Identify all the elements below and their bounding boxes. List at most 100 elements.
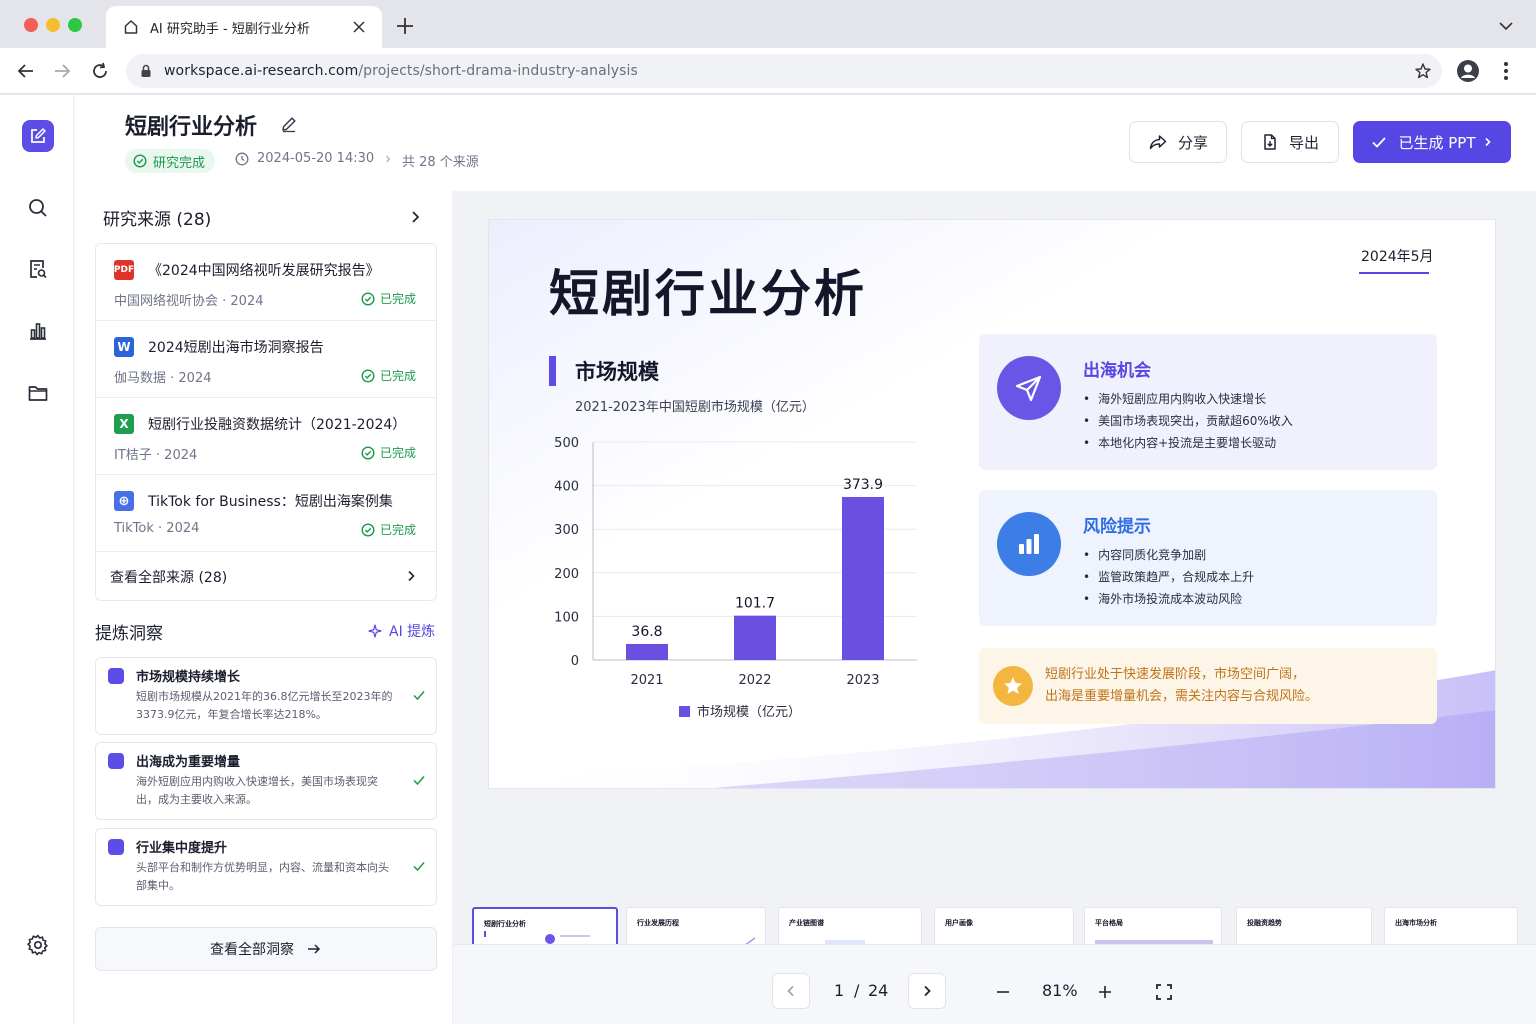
source-title: 《2024中国网络视听发展研究报告》: [148, 263, 380, 279]
timestamp: 2024-05-20 14:30: [235, 151, 374, 166]
source-meta: 伽马数据 · 2024: [114, 371, 212, 386]
sources-heading: 研究来源 (28): [103, 210, 212, 230]
date-underline: [1359, 272, 1429, 274]
tab-close-icon[interactable]: [350, 18, 368, 36]
insights-heading: 提炼洞察: [95, 624, 163, 644]
insight-title: 出海成为重要增量: [136, 755, 241, 770]
insight-body: 短剧市场规模从2021年的36.8亿元增长至2023年的3373.9亿元，年复合…: [136, 690, 393, 721]
share-button[interactable]: 分享: [1129, 121, 1227, 163]
rail-analytics-button[interactable]: [22, 315, 54, 347]
slide-preview[interactable]: 短剧行业分析 2024年5月 市场规模 2021-2023年中国短剧市场规模（亿…: [488, 219, 1496, 789]
list-item[interactable]: ⊕ TikTok for Business：短剧出海案例集 TikTok · 2…: [96, 475, 436, 552]
close-window-button[interactable]: [24, 18, 38, 32]
summary-note: 短剧行业处于快速发展阶段，市场空间广阔， 出海是重要增量机会，需关注内容与合规风…: [979, 648, 1437, 724]
edit-pencil-icon[interactable]: [279, 114, 299, 134]
bar-chart-icon: [30, 323, 46, 340]
star-icon: [993, 666, 1033, 706]
view-all-insights-button[interactable]: 查看全部洞察: [95, 927, 437, 971]
risk-card: 风险提示 内容同质化竞争加剧 监管政策趋严，合规成本上升 海外市场投流成本波动风…: [979, 490, 1437, 626]
list-item[interactable]: PDF 《2024中国网络视听发展研究报告》 中国网络视听协会 · 2024 已…: [96, 244, 436, 321]
insight-body: 头部平台和制作方优势明显，内容、流量和资本向头部集中。: [136, 861, 389, 892]
search-icon: [29, 199, 47, 217]
chevron-right-icon: [386, 155, 391, 163]
bookmark-star-icon[interactable]: [1414, 62, 1432, 80]
sources-list: PDF 《2024中国网络视听发展研究报告》 中国网络视听协会 · 2024 已…: [95, 243, 437, 601]
y-tick-label: 400: [554, 480, 579, 495]
view-all-sources-button[interactable]: 查看全部来源 (28): [96, 553, 436, 601]
browser-tab[interactable]: AI 研究助手 - 短剧行业分析: [106, 6, 382, 48]
project-header: 短剧行业分析 研究完成 2024-05-20 14:30 共 28 个来源 分享…: [75, 95, 1536, 191]
new-tab-icon[interactable]: [394, 15, 416, 37]
ppt-label: 已生成 PPT: [1398, 133, 1476, 152]
zoom-level: 81%: [1042, 981, 1078, 1000]
list-item[interactable]: X 短剧行业投融资数据统计（2021-2024） IT桔子 · 2024 已完成: [96, 398, 436, 475]
total-pages: 24: [868, 981, 889, 1000]
status-text: 研究完成: [153, 155, 206, 171]
insight-card[interactable]: 市场规模持续增长 短剧市场规模从2021年的36.8亿元增长至2023年的337…: [95, 657, 437, 735]
zoom-in-icon[interactable]: [1096, 983, 1114, 1001]
profile-avatar-icon[interactable]: [1456, 59, 1480, 83]
current-page: 1: [834, 981, 845, 1000]
y-tick-label: 100: [554, 610, 579, 625]
bar-chart-icon: [997, 512, 1061, 576]
ai-extract-button[interactable]: AI 提炼: [367, 621, 435, 641]
insight-title: 行业集中度提升: [136, 841, 228, 856]
source-meta: TikTok · 2024: [114, 521, 200, 536]
tab-favicon-icon: [124, 20, 138, 34]
chevron-right-icon[interactable]: [407, 209, 423, 225]
edit-square-icon: [31, 128, 46, 143]
source-status-text: 已完成: [379, 369, 416, 383]
export-file-icon: [1264, 134, 1276, 150]
arrow-right-icon: [308, 944, 321, 954]
chevron-down-icon[interactable]: [1496, 16, 1516, 36]
view-all-sources-label: 查看全部来源 (28): [110, 570, 228, 586]
source-status: 已完成: [361, 367, 416, 384]
insight-card[interactable]: 行业集中度提升 头部平台和制作方优势明显，内容、流量和资本向头部集中。: [95, 828, 437, 906]
insight-card[interactable]: 出海成为重要增量 海外短剧应用内购收入快速增长，美国市场表现突出，成为主要收入来…: [95, 742, 437, 820]
opportunity-title: 出海机会: [1083, 361, 1151, 381]
risk-points: 内容同质化竞争加剧 监管政策趋严，合规成本上升 海外市场投流成本波动风险: [1083, 544, 1254, 610]
insight-doc-icon: [108, 668, 124, 684]
minimize-window-button[interactable]: [46, 18, 60, 32]
bar: [626, 643, 668, 660]
next-slide-button[interactable]: [908, 973, 946, 1009]
rail-search-button[interactable]: [22, 192, 54, 224]
check-circle-icon: [133, 154, 147, 168]
forward-arrow-icon[interactable]: [50, 59, 74, 83]
generated-ppt-button[interactable]: 已生成 PPT: [1353, 121, 1511, 163]
chevron-right-icon: [408, 570, 415, 582]
export-label: 导出: [1288, 133, 1319, 152]
list-item: 海外市场投流成本波动风险: [1083, 588, 1254, 610]
page-title: 短剧行业分析: [125, 115, 258, 140]
summary-text: 短剧行业处于快速发展阶段，市场空间广阔， 出海是重要增量机会，需关注内容与合规风…: [1045, 664, 1318, 708]
y-tick-label: 0: [571, 654, 579, 669]
more-menu-icon[interactable]: [1496, 59, 1516, 83]
insight-body: 海外短剧应用内购收入快速增长，美国市场表现突出，成为主要收入来源。: [136, 775, 378, 806]
new-research-button[interactable]: [22, 120, 54, 152]
slide-date: 2024年5月: [1361, 249, 1434, 265]
bar: [734, 615, 776, 660]
maximize-window-button[interactable]: [68, 18, 82, 32]
rail-files-button[interactable]: [22, 377, 54, 409]
source-title: 短剧行业投融资数据统计（2021-2024）: [148, 417, 407, 433]
settings-gear-icon[interactable]: [26, 933, 50, 957]
market-size-bar-chart: 0 100 200 300 400 500 36.8 2021 101.7 2022 373.9 20…: [554, 436, 917, 720]
summary-line-1: 短剧行业处于快速发展阶段，市场空间广阔，: [1045, 667, 1306, 682]
clock-icon: [235, 152, 249, 165]
source-title: 2024短剧出海市场洞察报告: [148, 340, 324, 356]
previous-slide-button[interactable]: [772, 973, 810, 1009]
slide-pager: 1 / 24 81%: [454, 944, 1536, 1024]
rail-reports-button[interactable]: [22, 253, 54, 285]
source-count: 共 28 个来源: [402, 155, 479, 170]
document-search-icon: [30, 260, 47, 279]
address-bar[interactable]: workspace.ai-research.com/projects/short…: [126, 54, 1442, 88]
list-item[interactable]: W 2024短剧出海市场洞察报告 伽马数据 · 2024 已完成: [96, 321, 436, 398]
export-button[interactable]: 导出: [1241, 121, 1339, 163]
browser-tab-bar: AI 研究助手 - 短剧行业分析: [0, 0, 1536, 48]
reload-icon[interactable]: [88, 59, 112, 83]
share-label: 分享: [1177, 133, 1208, 152]
fullscreen-icon[interactable]: [1154, 982, 1174, 1002]
back-arrow-icon[interactable]: [14, 59, 38, 83]
source-title: TikTok for Business：短剧出海案例集: [148, 494, 393, 510]
zoom-out-icon[interactable]: [994, 983, 1012, 1001]
